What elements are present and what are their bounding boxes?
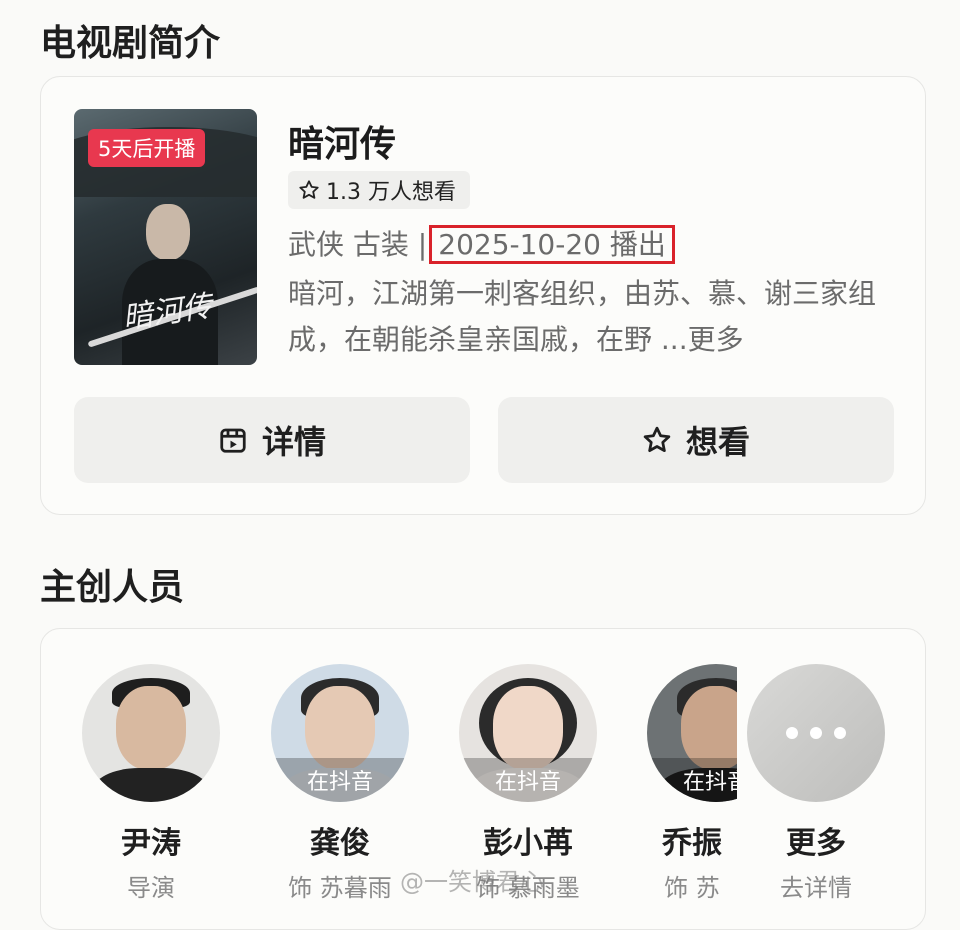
want-button-label: 想看 <box>685 423 750 461</box>
cast-name: 乔振 <box>662 826 722 861</box>
detail-button[interactable]: 详情 <box>74 397 470 483</box>
star-icon <box>643 426 671 452</box>
show-card: 暗河传 5天后开播 暗河传 1.3 万人想看 武侠 古装 | 2025-10-20… <box>40 76 926 515</box>
air-date: 2025-10-20 播出 <box>429 225 675 264</box>
ellipsis-icon <box>747 664 885 802</box>
section-title-intro: 电视剧简介 <box>40 23 221 64</box>
avatar[interactable]: 在抖音 <box>271 664 409 802</box>
detail-icon <box>220 428 246 453</box>
cast-member[interactable]: 尹涛 导演 <box>81 664 221 903</box>
cast-name: 尹涛 <box>121 826 181 861</box>
star-icon <box>299 180 319 199</box>
want-count-text: 1.3 万人想看 <box>326 180 456 205</box>
cast-member[interactable]: 在抖音 乔振 饰 苏 <box>647 664 737 903</box>
genre-text: 武侠 古装 | <box>288 228 428 261</box>
poster-face <box>146 204 190 260</box>
watermark: @一笑博君心 <box>400 868 544 896</box>
more-link[interactable]: ...更多 <box>661 323 744 356</box>
more-cast-label: 更多 <box>786 826 846 861</box>
description-text: 暗河，江湖第一刺客组织，由苏、慕、谢三家组成，在朝能杀皇亲国戚，在野 <box>288 277 877 356</box>
show-poster[interactable]: 暗河传 5天后开播 <box>74 109 257 365</box>
premiere-countdown-badge: 5天后开播 <box>88 129 206 167</box>
on-douyin-label: 在抖音 <box>459 758 597 802</box>
on-douyin-label: 在抖音 <box>647 758 737 802</box>
detail-button-label: 详情 <box>261 423 326 461</box>
avatar[interactable] <box>82 664 220 802</box>
cast-name: 彭小苒 <box>483 826 573 861</box>
avatar-face <box>116 686 186 770</box>
want-button[interactable]: 想看 <box>498 397 894 483</box>
section-title-cast: 主创人员 <box>40 567 185 608</box>
more-cast[interactable]: 更多 去详情 <box>746 664 886 903</box>
cast-name: 龚俊 <box>310 826 370 861</box>
avatar[interactable]: 在抖音 <box>459 664 597 802</box>
cast-member[interactable]: 在抖音 龚俊 饰 苏暮雨 <box>270 664 410 903</box>
on-douyin-label: 在抖音 <box>271 758 409 802</box>
show-title[interactable]: 暗河传 <box>288 115 396 167</box>
avatar-shirt <box>92 768 210 802</box>
more-avatar[interactable] <box>747 664 885 802</box>
avatar[interactable]: 在抖音 <box>647 664 737 802</box>
show-meta: 武侠 古装 | 2025-10-20 播出 <box>288 223 675 264</box>
show-description: 暗河，江湖第一刺客组织，由苏、慕、谢三家组成，在朝能杀皇亲国戚，在野 ...更多 <box>288 271 908 363</box>
want-count-chip: 1.3 万人想看 <box>288 171 470 209</box>
